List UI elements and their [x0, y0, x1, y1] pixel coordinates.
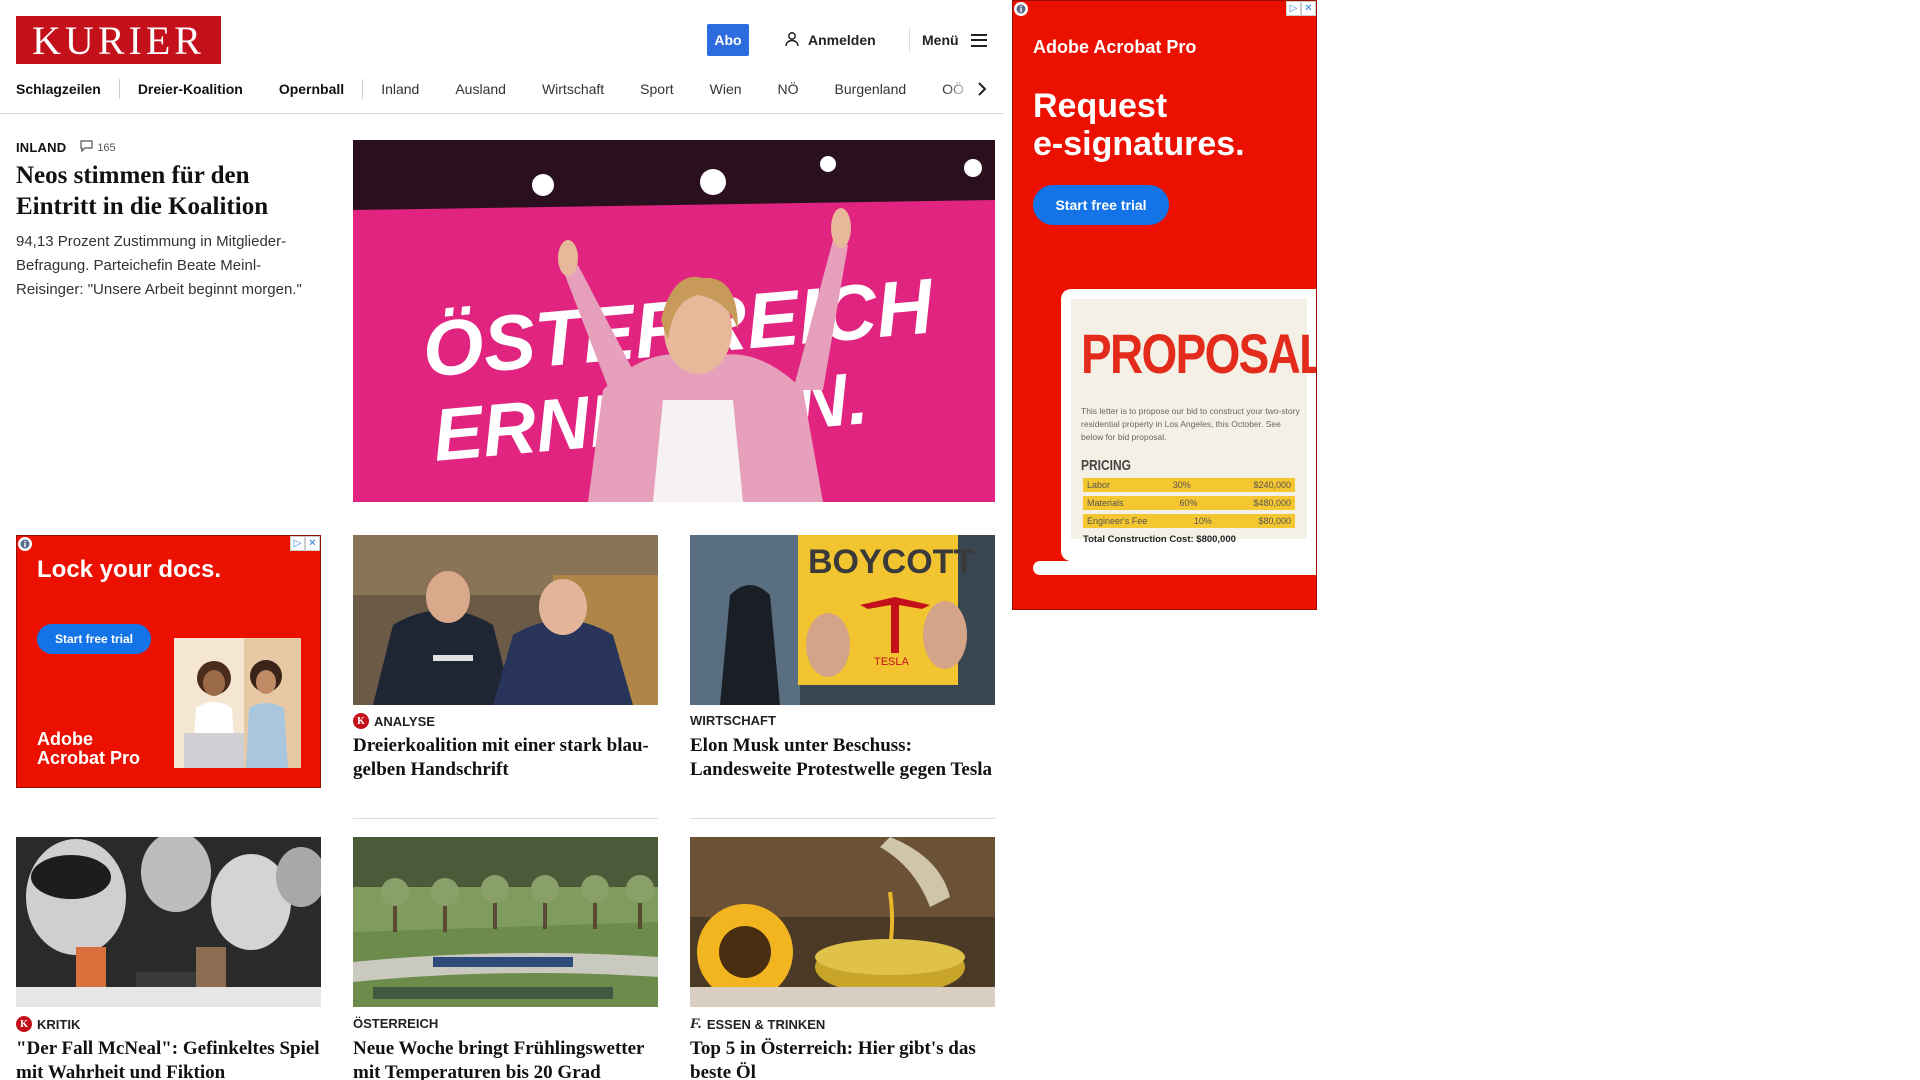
- card-divider: [690, 818, 995, 819]
- nav-item-wien[interactable]: Wien: [692, 76, 760, 102]
- pricing-row: Engineer's Fee 10% $80,000: [1083, 514, 1295, 528]
- hamburger-icon: [970, 33, 987, 47]
- user-icon: [784, 31, 800, 50]
- adchoices-icon[interactable]: ▷: [1286, 1, 1301, 16]
- nav-item-noe[interactable]: NÖ: [760, 76, 817, 102]
- menu-label: Menü: [922, 32, 959, 48]
- ad-big-base-strip: [1033, 561, 1316, 575]
- ad-close-icon[interactable]: ✕: [305, 536, 320, 551]
- ad-big-cta[interactable]: Start free trial: [1033, 185, 1169, 225]
- card-divider: [353, 818, 658, 819]
- ad-info-icon[interactable]: [1014, 2, 1028, 16]
- lead-kicker[interactable]: INLAND: [16, 140, 66, 155]
- card-image-tesla[interactable]: BOYCOTT TESLA: [690, 535, 995, 705]
- card-image-wetter[interactable]: [353, 837, 658, 1007]
- boycott-sign-text: BOYCOTT: [808, 543, 974, 581]
- kurier-logo[interactable]: KURIER: [16, 16, 221, 64]
- card-label-analyse: K ANALYSE: [353, 713, 435, 729]
- ad-small-brand-line2: Acrobat Pro: [37, 748, 141, 768]
- ad-small-brand-line1: Adobe: [37, 729, 93, 749]
- pricing-row: Materials 60% $480,000: [1083, 496, 1295, 510]
- ad-choices: ▷ ✕: [1286, 1, 1316, 16]
- pricing-item: Materials: [1087, 498, 1124, 508]
- card-label-essen-trinken: f. ESSEN & TRINKEN: [690, 1016, 825, 1033]
- card-image-oel[interactable]: [690, 837, 995, 1007]
- menu-button[interactable]: Menü: [922, 28, 987, 52]
- kurier-plus-icon: K: [353, 713, 369, 729]
- lead-headline[interactable]: Neos stimmen für den Eintritt in die Koa…: [16, 160, 316, 222]
- pricing-amount: $240,000: [1253, 480, 1291, 490]
- pricing-pct: 10%: [1193, 516, 1212, 526]
- card-image-analyse[interactable]: [353, 535, 658, 705]
- card-image-kritik[interactable]: [16, 837, 321, 1007]
- ad-small-cta[interactable]: Start free trial: [37, 624, 151, 654]
- nav-item-schlagzeilen[interactable]: Schlagzeilen: [16, 76, 119, 102]
- pricing-item: Engineer's Fee: [1087, 516, 1148, 526]
- ad-close-icon[interactable]: ✕: [1301, 1, 1316, 16]
- pricing-pct: 30%: [1172, 480, 1191, 490]
- proposal-document: PROPOSAL This letter is to propose our b…: [1061, 289, 1317, 561]
- login-button[interactable]: Anmelden: [784, 28, 876, 52]
- nav-item-dreier-koalition[interactable]: Dreier-Koalition: [120, 76, 261, 102]
- tesla-sign-text: TESLA: [874, 656, 910, 668]
- card-label-text: ANALYSE: [374, 713, 435, 729]
- ad-big-headline-line2: e-signatures.: [1033, 125, 1245, 163]
- doc-title: PROPOSAL: [1081, 322, 1317, 385]
- card-headline-tesla[interactable]: Elon Musk unter Beschuss: Landesweite Pr…: [690, 734, 995, 782]
- adchoices-icon[interactable]: ▷: [290, 536, 305, 551]
- ad-small-headline: Lock your docs.: [37, 556, 222, 583]
- card-headline-analyse[interactable]: Dreierkoalition mit einer stark blau-gel…: [353, 734, 658, 782]
- ad-small-brand: Adobe Acrobat Pro: [37, 730, 140, 768]
- lead-image[interactable]: ÖSTERREICH ERNEUERN.: [353, 140, 995, 502]
- comment-count-value: 165: [97, 141, 116, 154]
- comment-count[interactable]: 165: [80, 140, 116, 155]
- ad-lock-your-docs[interactable]: ▷ ✕ Lock your docs. Start free trial Ado…: [16, 535, 321, 788]
- pricing-row: Labor 30% $240,000: [1083, 478, 1295, 492]
- card-label-wirtschaft: WIRTSCHAFT: [690, 713, 776, 728]
- card-headline-wetter[interactable]: Neue Woche bringt Frühlingswetter mit Te…: [353, 1037, 658, 1080]
- pricing-pct: 60%: [1179, 498, 1198, 508]
- login-label: Anmelden: [808, 32, 876, 48]
- ad-small-photo: [174, 638, 301, 768]
- lead-teaser: 94,13 Prozent Zustimmung in Mitglieder-B…: [16, 233, 302, 298]
- pricing-table: Labor 30% $240,000 Materials 60% $480,00…: [1083, 478, 1295, 545]
- nav-item-burgenland[interactable]: Burgenland: [817, 76, 925, 102]
- card-label-text: ESSEN & TRINKEN: [706, 1017, 826, 1032]
- card-headline-kritik[interactable]: "Der Fall McNeal": Gefinkeltes Spiel mit…: [16, 1037, 321, 1080]
- nav-item-ausland[interactable]: Ausland: [437, 76, 524, 102]
- nav-item-opernball[interactable]: Opernball: [261, 76, 362, 102]
- site-header: KURIER Abo Anmelden Menü Schlagzeilen Dr…: [0, 0, 1004, 114]
- card-headline-oel[interactable]: Top 5 in Österreich: Hier gibt's das bes…: [690, 1037, 995, 1080]
- card-label-oesterreich: ÖSTERREICH: [353, 1016, 439, 1031]
- card-label-text: KRITIK: [37, 1016, 81, 1032]
- comment-icon: [80, 140, 93, 155]
- ad-request-esignatures[interactable]: ▷ ✕ Adobe Acrobat Pro Request e-signatur…: [1012, 0, 1317, 610]
- pricing-amount: $80,000: [1258, 516, 1291, 526]
- pricing-label: PRICING: [1081, 457, 1132, 474]
- kurier-plus-icon: K: [16, 1016, 32, 1032]
- ad-big-headline-line1: Request: [1033, 87, 1168, 125]
- genuss-icon: f.: [690, 1016, 702, 1032]
- ad-info-icon[interactable]: [18, 537, 32, 551]
- pricing-total: Total Construction Cost: $800,000: [1083, 534, 1236, 545]
- nav-item-inland[interactable]: Inland: [363, 76, 437, 102]
- nav-scroll-right-icon[interactable]: [972, 76, 992, 102]
- ad-big-headline: Request e-signatures.: [1033, 87, 1245, 163]
- nav-item-sport[interactable]: Sport: [622, 76, 691, 102]
- header-divider: [909, 28, 910, 52]
- abo-button[interactable]: Abo: [707, 24, 749, 56]
- ad-big-brand: Adobe Acrobat Pro: [1033, 37, 1197, 57]
- pricing-amount: $480,000: [1253, 498, 1291, 508]
- category-nav: Schlagzeilen Dreier-Koalition Opernball …: [16, 76, 991, 102]
- nav-item-wirtschaft[interactable]: Wirtschaft: [524, 76, 622, 102]
- lead-meta: INLAND 165: [16, 140, 116, 155]
- card-label-kritik: K KRITIK: [16, 1016, 80, 1032]
- pricing-item: Labor: [1087, 480, 1111, 490]
- doc-body: This letter is to propose our bid to con…: [1081, 406, 1300, 442]
- ad-choices: ▷ ✕: [290, 536, 320, 551]
